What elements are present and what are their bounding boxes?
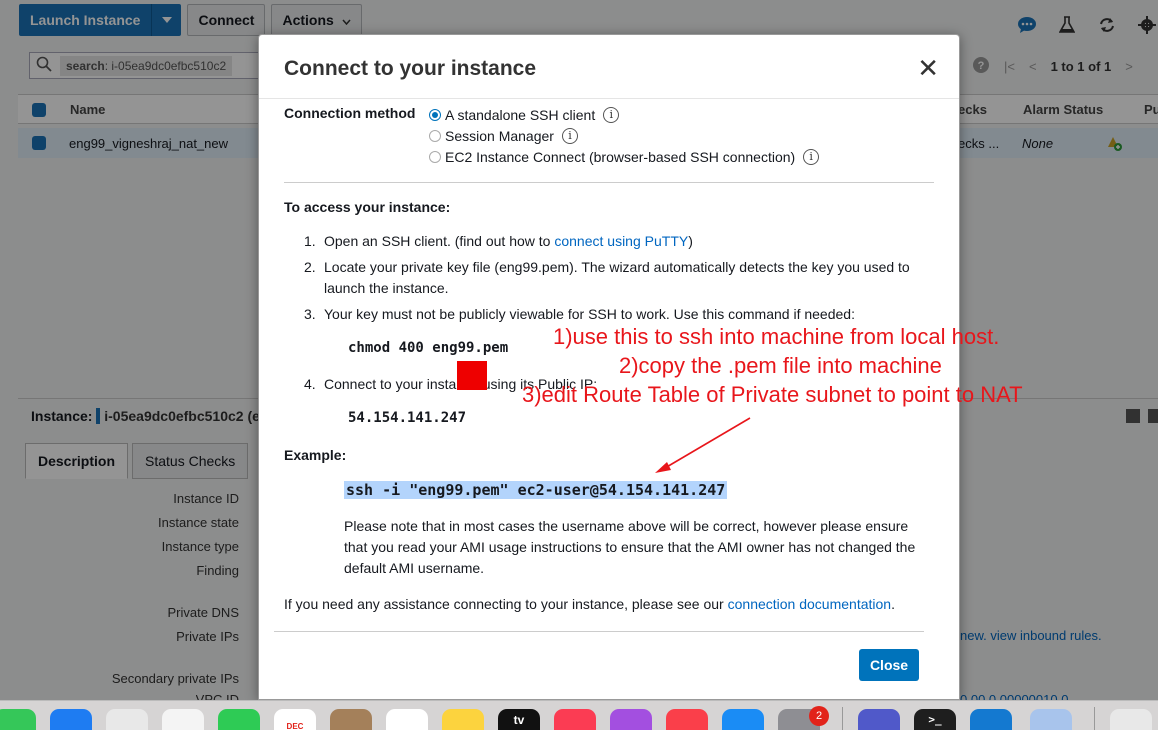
terminal-glyph: >_ <box>928 713 942 726</box>
finder-folder-icon[interactable] <box>1030 709 1072 730</box>
dock-separator <box>842 707 843 730</box>
apple-tv-icon[interactable]: tv <box>498 709 540 730</box>
music-icon[interactable] <box>554 709 596 730</box>
dock-separator <box>1094 707 1095 730</box>
terminal-icon[interactable]: >_ <box>914 709 956 730</box>
reminders-icon[interactable] <box>386 709 428 730</box>
notes-icon[interactable] <box>442 709 484 730</box>
contacts-icon[interactable] <box>330 709 372 730</box>
annotation-arrow-icon <box>655 417 751 473</box>
calendar-icon[interactable]: DEC 20 <box>274 709 316 730</box>
news-icon[interactable] <box>666 709 708 730</box>
app-store-icon[interactable] <box>722 709 764 730</box>
notification-badge: 2 <box>809 706 829 726</box>
todo-checkmark-icon[interactable] <box>970 709 1012 730</box>
maps-icon[interactable] <box>106 709 148 730</box>
mail-icon[interactable] <box>50 709 92 730</box>
macos-dock: DEC 20 tv 2 >_ <box>0 700 1158 730</box>
teams-icon[interactable] <box>858 709 900 730</box>
podcasts-icon[interactable] <box>610 709 652 730</box>
facetime-icon[interactable] <box>218 709 260 730</box>
trash-icon[interactable] <box>1110 709 1152 730</box>
photos-icon[interactable] <box>162 709 204 730</box>
apple-tv-label: tv <box>513 713 525 727</box>
messages-icon[interactable] <box>0 709 36 730</box>
